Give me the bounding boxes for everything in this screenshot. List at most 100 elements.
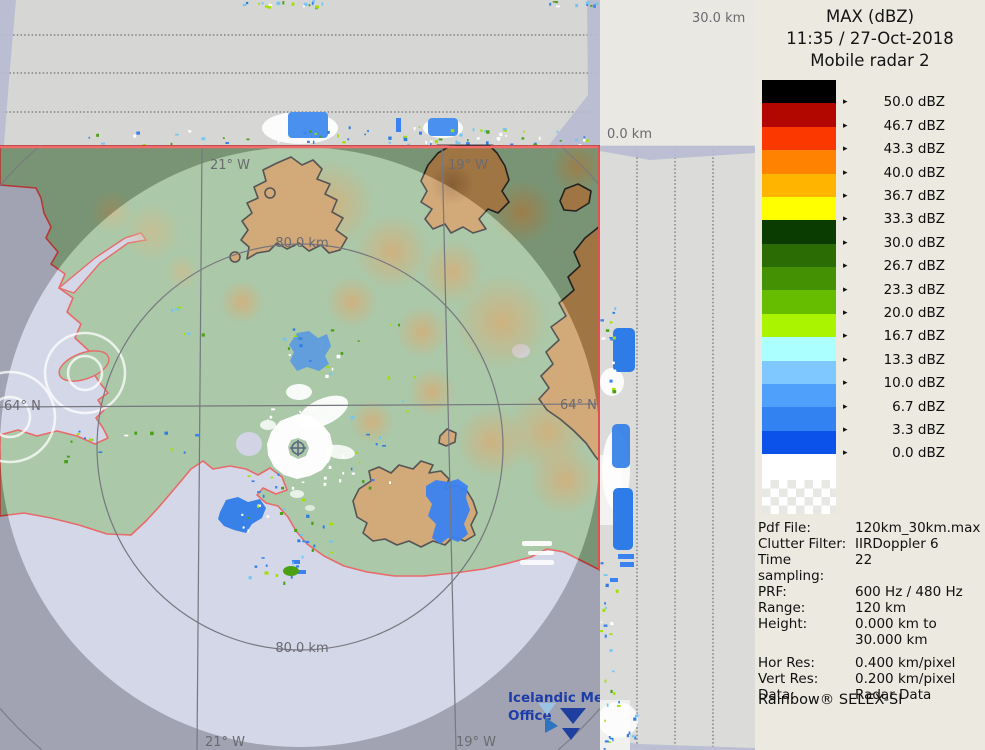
echo-speck [339, 479, 342, 483]
echo-blue [618, 554, 634, 559]
map-canvas[interactable]: 21° W 19° W 80.0 km 64° N 64° N 80.0 km … [0, 49, 698, 750]
meridian-label: 21° W [205, 735, 245, 750]
echo-speck [387, 376, 391, 380]
echo-speck [309, 130, 312, 133]
echo-speck [302, 498, 306, 502]
echo-speck [472, 128, 475, 132]
metadata-value: 0.000 km to [855, 616, 937, 632]
echo-speck [330, 551, 334, 554]
echo-speck [299, 344, 303, 348]
top-cross-section-panel[interactable] [0, 0, 600, 150]
echo-speck [389, 481, 391, 484]
echo-speck [322, 525, 325, 529]
echo-speck [612, 390, 617, 394]
echo-speck [300, 534, 304, 536]
echo-speck [264, 571, 269, 575]
echo-speck [614, 307, 617, 310]
echo-speck [136, 131, 140, 135]
echo-speck [609, 633, 613, 635]
threshold-arrow-icon: ▸ [843, 331, 848, 342]
echo-speck [523, 130, 525, 133]
radar-display-area[interactable]: 30.0 km 0.0 km 21° W 19° W 80.0 km 64° N… [0, 0, 755, 750]
echo-speck [175, 133, 179, 136]
echo-speck [270, 476, 274, 479]
echo-speck [66, 455, 70, 458]
threshold-arrow-icon: ▸ [843, 401, 848, 412]
echo-speck [294, 460, 298, 462]
echo-speck [347, 138, 350, 141]
echo-speck [225, 142, 229, 144]
threshold-arrow-icon: ▸ [843, 237, 848, 248]
echo-speck [401, 400, 405, 403]
echo-speck [450, 129, 455, 133]
echo-blue [288, 112, 328, 138]
echo-speck [364, 133, 366, 136]
echo-speck [613, 692, 616, 696]
echo-speck [201, 333, 205, 337]
echo-speck [248, 576, 252, 580]
echo-speck [195, 433, 200, 437]
echo-speck [170, 308, 174, 312]
echo-speck [604, 719, 606, 722]
echo-speck [375, 443, 378, 446]
echo-speck [311, 548, 314, 552]
parallel-label: 64° N [560, 398, 597, 413]
echo-speck [329, 522, 333, 526]
echo-speck [328, 465, 332, 469]
metadata-value: 600 Hz / 480 Hz [855, 584, 963, 600]
metadata-label: Clutter Filter: [758, 536, 847, 552]
echo-speck [631, 735, 636, 738]
threshold-label: 20.0 dBZ [883, 305, 945, 321]
echo-speck [389, 324, 391, 326]
echo-speck [575, 3, 579, 8]
echo-speck [609, 321, 613, 324]
metadata-value: IIRDoppler 6 [855, 536, 939, 552]
echo-speck [175, 308, 180, 311]
legend-band [762, 196, 836, 221]
echo-speck [323, 482, 327, 486]
echo-speck [323, 476, 327, 480]
echo-speck [604, 602, 606, 605]
echo-speck [613, 369, 617, 373]
legend-band [762, 173, 836, 197]
echo-speck [559, 140, 562, 142]
product-metadata: Pdf File: 120km_30km.max Clutter Filter: II… [758, 520, 984, 703]
echo-speck [604, 679, 607, 683]
echo-blue [428, 118, 458, 136]
echo-speck [605, 583, 609, 588]
echo-speck [247, 475, 251, 478]
metadata-value: 120 km [855, 600, 907, 616]
metadata-label: Time sampling: [758, 552, 825, 584]
echo-speck [499, 132, 503, 137]
echo-speck [291, 431, 293, 434]
echo-speck [262, 494, 265, 498]
meridian-label: 19° W [456, 735, 496, 750]
echo-speck [342, 141, 346, 144]
echo-speck [398, 323, 400, 327]
echo-speck [332, 408, 335, 411]
echo-speck [291, 486, 295, 490]
threshold-label: 13.3 dBZ [883, 351, 945, 368]
echo-speck [282, 1, 285, 5]
echo-speck [606, 703, 609, 707]
echo-speck [413, 376, 416, 379]
echo-speck [382, 445, 386, 447]
echo-speck [612, 361, 615, 365]
info-sidebar: MAX (dBZ) 11:35 / 27-Oct-2018 Mobile rad… [755, 0, 985, 750]
meridian-label: 19° W [448, 158, 488, 173]
echo-speck [242, 3, 247, 7]
echo-speck [521, 137, 525, 140]
echo-speck [305, 540, 310, 544]
legend-transparent-band [762, 479, 836, 514]
echo-speck [583, 138, 586, 142]
echo-speck [497, 138, 500, 141]
metadata-label [758, 632, 855, 648]
echo-speck [574, 138, 578, 142]
radar-application-window: 30.0 km 0.0 km 21° W 19° W 80.0 km 64° N… [0, 0, 985, 750]
echo-speck [618, 700, 620, 704]
legend-band [762, 430, 836, 454]
threshold-arrow-icon: ▸ [843, 167, 848, 178]
metadata-label: Height: [758, 616, 808, 632]
echo-speck [366, 433, 370, 436]
echo-speck [549, 2, 552, 6]
